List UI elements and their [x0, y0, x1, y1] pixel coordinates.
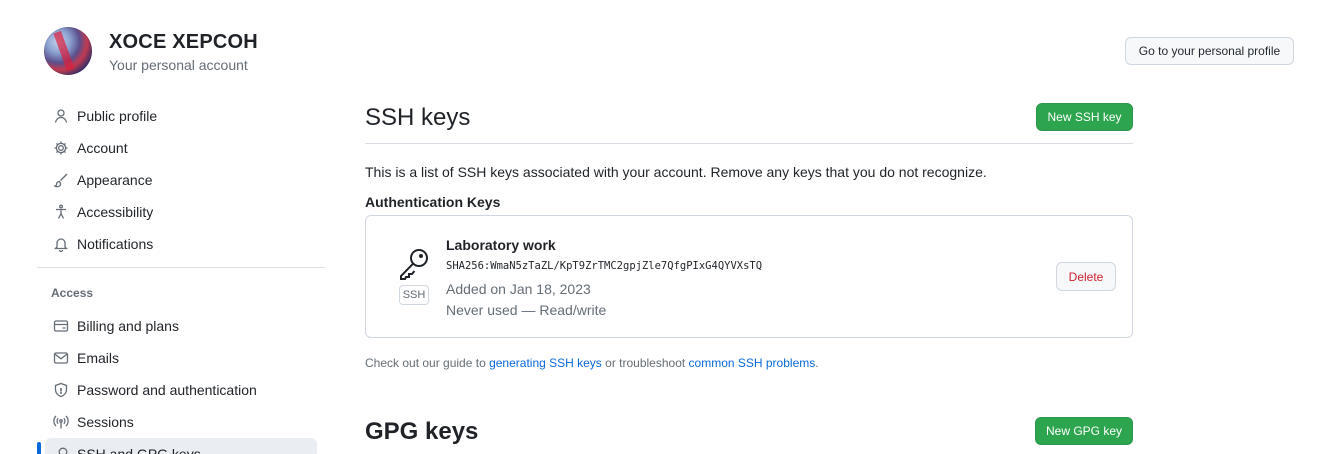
- sidebar-item-appearance[interactable]: Appearance: [37, 164, 325, 196]
- avatar[interactable]: [44, 27, 92, 75]
- shield-icon: [53, 382, 69, 398]
- sidebar-divider: [37, 267, 325, 268]
- gear-icon: [53, 140, 69, 156]
- sidebar-item-password[interactable]: Password and authentication: [37, 374, 325, 406]
- paintbrush-icon: [53, 172, 69, 188]
- personal-profile-button[interactable]: Go to your personal profile: [1125, 37, 1294, 65]
- sidebar-item-label: Public profile: [77, 108, 158, 124]
- ssh-key-card: SSH Laboratory work SHA256:WmaN5zTaZL/Kp…: [365, 215, 1133, 338]
- sidebar-item-label: Sessions: [77, 414, 134, 430]
- ssh-keys-title: SSH keys: [365, 104, 471, 131]
- broadcast-icon: [53, 414, 69, 430]
- person-icon: [53, 108, 69, 124]
- sidebar-item-label: SSH and GPG keys: [77, 446, 201, 454]
- guide-prefix: Check out our guide to: [365, 356, 490, 370]
- credit-card-icon: [53, 318, 69, 334]
- sidebar-item-public-profile[interactable]: Public profile: [37, 100, 325, 132]
- key-icon: [396, 246, 432, 282]
- key-title: Laboratory work: [446, 237, 556, 253]
- sidebar-item-label: Password and authentication: [77, 382, 257, 398]
- new-gpg-key-button[interactable]: New GPG key: [1035, 417, 1133, 445]
- sidebar-item-label: Account: [77, 140, 128, 156]
- sidebar-item-ssh-gpg-keys[interactable]: SSH and GPG keys: [37, 438, 317, 454]
- bell-icon: [53, 236, 69, 252]
- settings-sidebar: Public profile Account Appearance Access…: [37, 100, 325, 454]
- sidebar-item-label: Appearance: [77, 172, 153, 188]
- new-ssh-key-button[interactable]: New SSH key: [1036, 103, 1133, 131]
- sidebar-item-sessions[interactable]: Sessions: [37, 406, 325, 438]
- sidebar-item-account[interactable]: Account: [37, 132, 325, 164]
- key-icon: [53, 446, 69, 454]
- key-added-date: Added on Jan 18, 2023: [446, 281, 591, 297]
- sidebar-item-emails[interactable]: Emails: [37, 342, 325, 374]
- access-group-title: Access: [51, 286, 94, 300]
- gpg-section-header: GPG keys New GPG key: [365, 416, 1133, 454]
- sidebar-item-notifications[interactable]: Notifications: [37, 228, 325, 260]
- user-name[interactable]: XOCE XEPCOH: [109, 31, 258, 54]
- sidebar-item-label: Emails: [77, 350, 120, 366]
- account-subtitle: Your personal account: [109, 57, 248, 73]
- delete-key-button[interactable]: Delete: [1056, 262, 1116, 291]
- ssh-guide-text: Check out our guide to generating SSH ke…: [365, 356, 1133, 370]
- ssh-section-header: SSH keys New SSH key: [365, 100, 1133, 144]
- common-ssh-problems-link[interactable]: common SSH problems: [689, 356, 816, 370]
- sidebar-item-billing[interactable]: Billing and plans: [37, 310, 325, 342]
- sidebar-item-accessibility[interactable]: Accessibility: [37, 196, 325, 228]
- authentication-keys-title: Authentication Keys: [365, 194, 501, 210]
- sidebar-item-label: Accessibility: [77, 204, 154, 220]
- gpg-keys-title: GPG keys: [365, 418, 479, 445]
- key-fingerprint: SHA256:WmaN5zTaZL/KpT9ZrTMC2gpjZle7QfgPI…: [446, 260, 763, 272]
- sidebar-item-label: Notifications: [77, 236, 154, 252]
- sidebar-item-label: Billing and plans: [77, 318, 179, 334]
- account-header: XOCE XEPCOH Your personal account Go to …: [44, 27, 1294, 77]
- key-usage: Never used — Read/write: [446, 302, 607, 318]
- accessibility-icon: [53, 204, 69, 220]
- generating-ssh-keys-link[interactable]: generating SSH keys: [489, 356, 602, 370]
- ssh-type-badge: SSH: [399, 285, 429, 305]
- guide-middle: or troubleshoot: [601, 356, 689, 370]
- ssh-description: This is a list of SSH keys associated wi…: [365, 164, 987, 180]
- mail-icon: [53, 350, 69, 366]
- guide-suffix: .: [815, 356, 819, 370]
- main-content: SSH keys New SSH key This is a list of S…: [365, 100, 1133, 445]
